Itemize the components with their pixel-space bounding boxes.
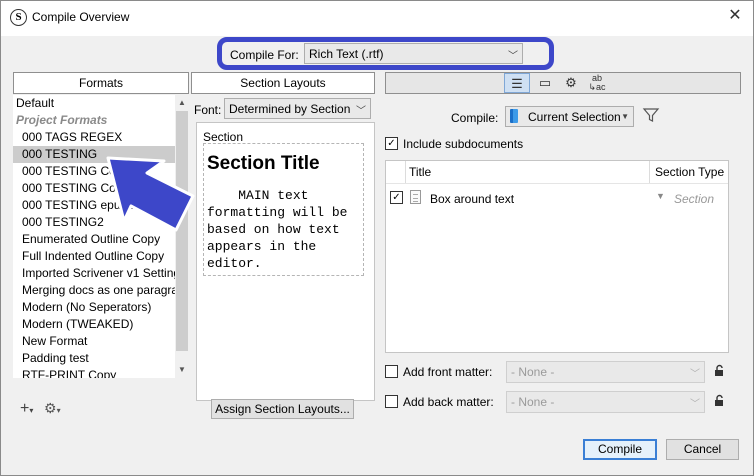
chevron-down-icon: ﹀: [690, 399, 700, 410]
compile-button[interactable]: Compile: [583, 439, 657, 460]
column-header-title[interactable]: Title: [409, 165, 431, 179]
back-matter-value: - None -: [511, 395, 555, 409]
compile-group-value: Current Selection: [528, 110, 621, 124]
format-item[interactable]: RTF-PRINT Copy: [13, 367, 175, 378]
format-item[interactable]: 000 TESTING2: [13, 214, 175, 231]
gear-icon[interactable]: ⚙▾: [44, 400, 61, 417]
header-divider: [386, 183, 728, 184]
project-formats-heading: Project Formats: [16, 113, 108, 127]
document-icon: [410, 190, 421, 204]
front-matter-checkbox[interactable]: [385, 365, 398, 378]
format-item[interactable]: Default: [13, 95, 175, 112]
preview-body-text: MAIN text formatting will be based on ho…: [207, 188, 356, 271]
contents-toolbar: ☰ ▭ ⚙ ab ↳ac: [385, 72, 741, 94]
filter-icon[interactable]: [642, 106, 660, 124]
assign-section-layouts-button[interactable]: Assign Section Layouts...: [211, 399, 354, 419]
cancel-button[interactable]: Cancel: [666, 439, 739, 460]
caret-down-icon[interactable]: ▼: [656, 191, 665, 201]
column-divider: [649, 161, 650, 183]
back-matter-checkbox[interactable]: [385, 395, 398, 408]
include-subdocuments-label: Include subdocuments: [403, 137, 524, 151]
format-item[interactable]: 000 TAGS REGEX: [13, 129, 175, 146]
book-icon: [510, 109, 518, 123]
front-matter-label: Add front matter:: [403, 365, 493, 379]
format-item[interactable]: Full Indented Outline Copy: [13, 248, 175, 265]
label-icon[interactable]: ▭: [532, 73, 558, 93]
format-item[interactable]: Modern (No Seperators): [13, 299, 175, 316]
format-item[interactable]: 000 TESTING Copy: [13, 163, 175, 180]
format-item[interactable]: New Format: [13, 333, 175, 350]
gear-icon[interactable]: ⚙: [558, 73, 584, 93]
close-icon[interactable]: ✕: [724, 5, 746, 27]
lock-icon[interactable]: [713, 364, 725, 378]
preview-title: Section Title: [207, 153, 320, 174]
format-item[interactable]: Enumerated Outline Copy: [13, 231, 175, 248]
column-header-section-type[interactable]: Section Type: [655, 165, 724, 179]
format-item[interactable]: Padding test: [13, 350, 175, 367]
compile-group-label: Compile:: [451, 111, 499, 125]
compile-for-label: Compile For:: [230, 48, 299, 62]
format-item-selected[interactable]: 000 TESTING: [13, 146, 175, 163]
add-format-icon[interactable]: +▾: [20, 400, 33, 418]
formats-header: Formats: [13, 72, 189, 94]
caret-down-icon: ▼: [621, 112, 629, 121]
include-subdocuments-checkbox[interactable]: ✓: [385, 137, 398, 150]
row-title[interactable]: Box around text: [430, 192, 514, 206]
list-icon[interactable]: ☰: [504, 73, 530, 93]
column-divider: [405, 161, 406, 183]
chevron-down-icon: ﹀: [690, 369, 700, 380]
contents-table: [385, 160, 729, 353]
font-value: Determined by Section: [229, 102, 351, 116]
front-matter-dropdown[interactable]: - None - ﹀: [506, 361, 705, 383]
format-item[interactable]: Imported Scrivener v1 Settings: [13, 265, 175, 282]
replace-icon[interactable]: ab ↳ac: [584, 73, 610, 93]
row-include-checkbox[interactable]: ✓: [390, 191, 403, 204]
chevron-down-icon: ﹀: [356, 106, 366, 117]
chevron-down-icon: ﹀: [508, 51, 518, 62]
section-layout-name: Section: [203, 130, 244, 144]
formats-list: Default Project Formats 000 TAGS REGEX 0…: [13, 95, 175, 378]
lock-icon[interactable]: [713, 394, 725, 408]
window-title: Compile Overview: [32, 10, 130, 24]
font-label: Font:: [194, 103, 222, 117]
front-matter-value: - None -: [511, 365, 555, 379]
formats-scrollbar[interactable]: ▲ ▼: [175, 95, 189, 378]
font-dropdown[interactable]: Determined by Section ﹀: [224, 98, 371, 119]
format-item[interactable]: Merging docs as one paragraph: [13, 282, 175, 299]
section-layouts-header: Section Layouts: [191, 72, 375, 94]
format-item[interactable]: Modern (TWEAKED): [13, 316, 175, 333]
scroll-down-icon[interactable]: ▼: [176, 363, 188, 377]
back-matter-dropdown[interactable]: - None - ﹀: [506, 391, 705, 413]
format-item[interactable]: 000 TESTING epub font: [13, 197, 175, 214]
back-matter-label: Add back matter:: [403, 395, 494, 409]
scrivener-logo-icon: S: [10, 9, 27, 26]
scroll-up-icon[interactable]: ▲: [176, 96, 188, 110]
scrollbar-thumb[interactable]: [176, 111, 188, 351]
row-section-type[interactable]: Section: [674, 192, 714, 206]
compile-for-dropdown[interactable]: Rich Text (.rtf) ﹀: [304, 43, 523, 64]
format-item[interactable]: 000 TESTING Copy Copy: [13, 180, 175, 197]
compile-for-value: Rich Text (.rtf): [309, 47, 384, 61]
compile-group-dropdown[interactable]: Current Selection ▼: [505, 106, 634, 127]
